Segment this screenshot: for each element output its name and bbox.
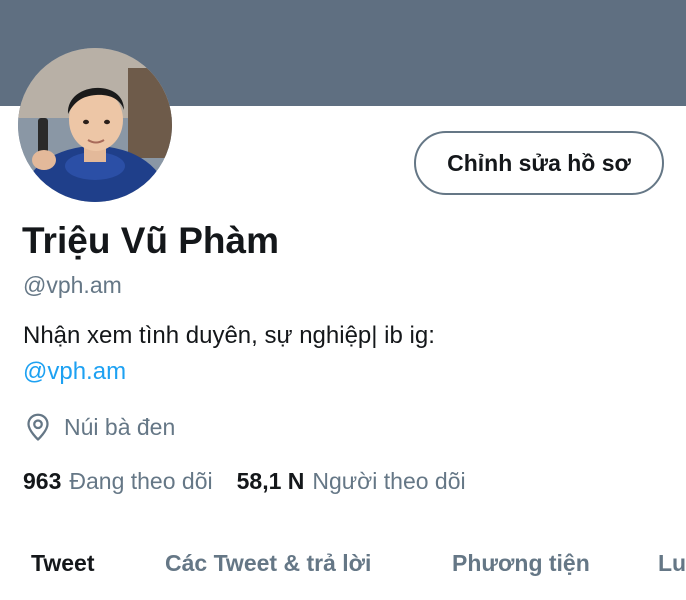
avatar-photo [18,48,172,202]
bio-link[interactable]: @vph.am [23,358,126,385]
follow-stats: 963 Đang theo dõi 58,1 N Người theo dõi [23,468,466,495]
tab-media[interactable]: Phương tiện [452,550,590,577]
tab-tweets[interactable]: Tweet [31,550,94,577]
location-text: Núi bà đen [64,413,176,440]
following-link[interactable]: 963 Đang theo dõi [23,468,213,495]
edit-profile-button[interactable]: Chỉnh sửa hồ sơ [414,131,664,195]
location-pin-icon [27,413,49,441]
followers-link[interactable]: 58,1 N Người theo dõi [237,468,466,495]
bio-text: Nhận xem tình duyên, sự nghiệp| ib ig: [23,322,435,349]
tab-likes[interactable]: Lu [658,550,686,577]
profile-handle: @vph.am [23,272,122,298]
following-count: 963 [23,468,62,494]
tab-tweets-and-replies[interactable]: Các Tweet & trả lời [165,550,371,577]
followers-count: 58,1 N [236,468,305,494]
display-name: Triệu Vũ Phàm [22,220,280,261]
profile-location: Núi bà đen [23,412,175,442]
following-label: Đang theo dõi [69,468,213,494]
avatar[interactable] [18,48,172,202]
followers-label: Người theo dõi [312,468,466,494]
edit-profile-button-label: Chỉnh sửa hồ sơ [447,149,631,176]
profile-tabs: Tweet Các Tweet & trả lời Phương tiện Lu [0,540,686,600]
profile-bio: Nhận xem tình duyên, sự nghiệp| ib ig: @… [23,318,663,390]
profile-page: Chỉnh sửa hồ sơ Triệu Vũ Phàm @vph.am Nh… [0,0,686,600]
